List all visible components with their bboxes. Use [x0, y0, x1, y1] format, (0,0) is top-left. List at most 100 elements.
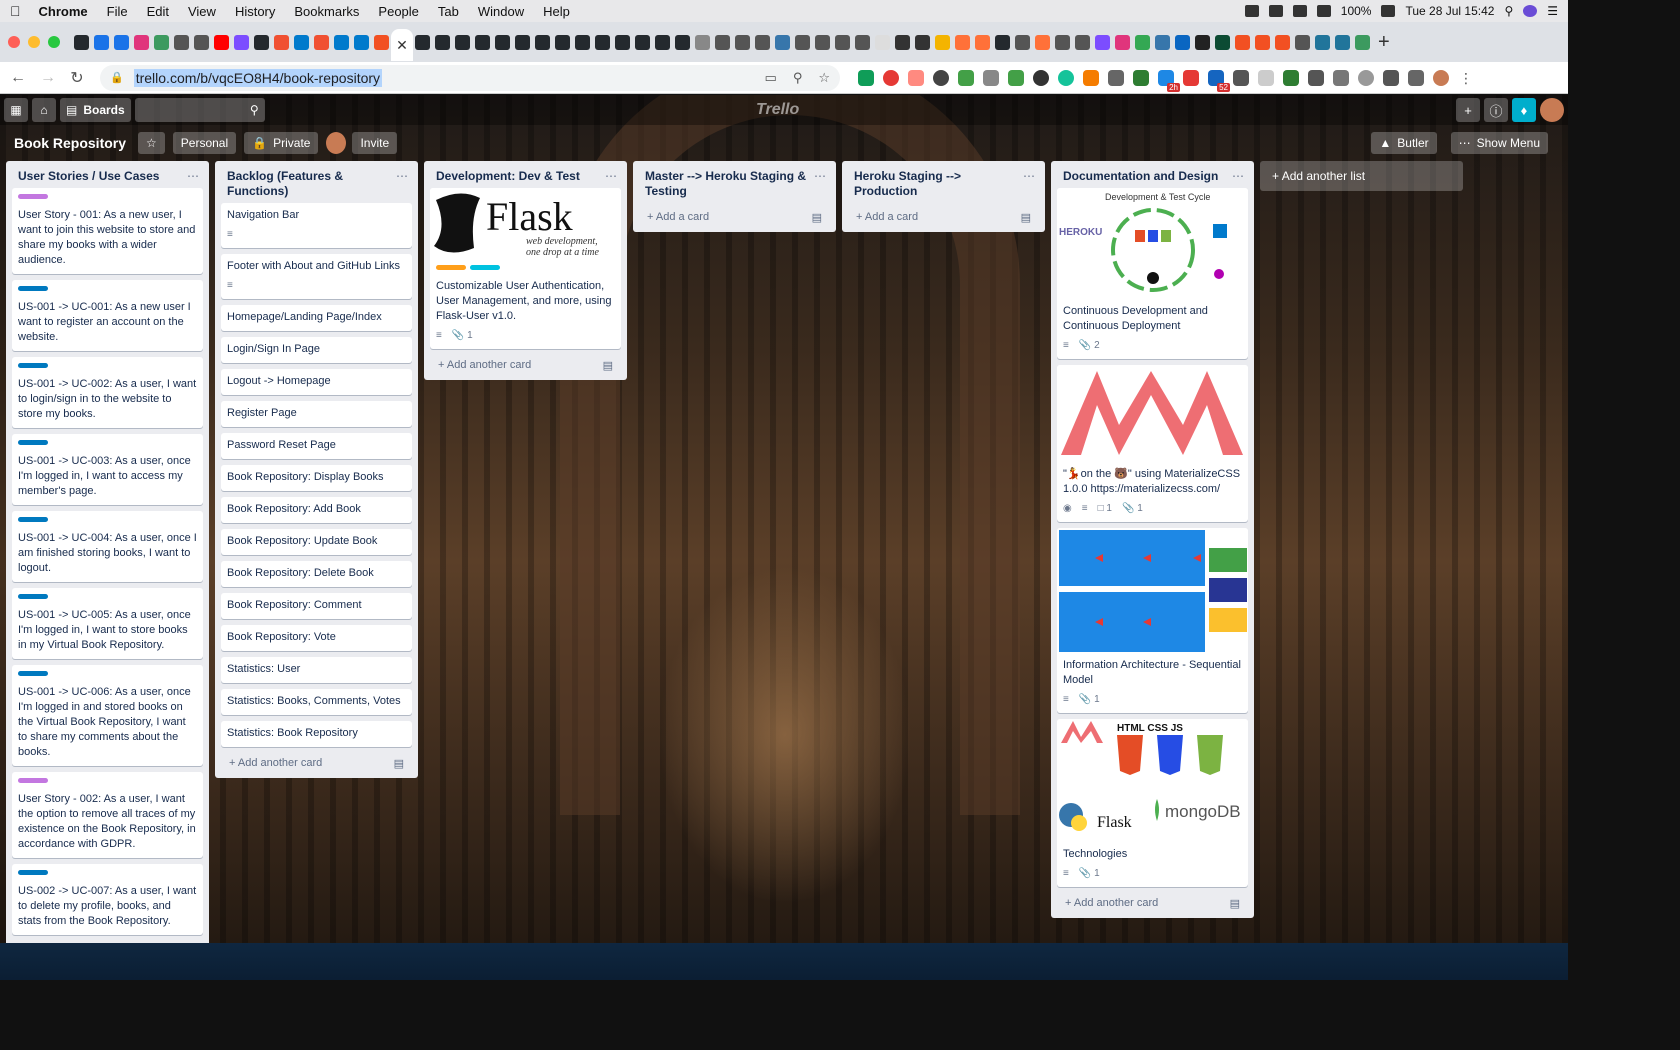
github-tab-icon[interactable]: [535, 34, 550, 50]
lock-icon[interactable]: 🔒: [110, 71, 124, 84]
board-title[interactable]: Book Repository: [14, 135, 126, 151]
reload-icon[interactable]: ↻: [70, 68, 84, 88]
privacy-button[interactable]: 🔒 Private: [244, 132, 319, 154]
github-tab-icon[interactable]: [495, 34, 510, 50]
tab-icon[interactable]: [1115, 34, 1130, 50]
tab-icon[interactable]: [1055, 34, 1070, 50]
add-list-button[interactable]: + Add another list: [1260, 161, 1463, 191]
list-header[interactable]: Documentation and Design ⋯: [1051, 161, 1254, 188]
github-tab-icon[interactable]: [515, 34, 530, 50]
linkedin-tab-icon[interactable]: [1175, 34, 1190, 50]
github-tab-icon[interactable]: [675, 34, 690, 50]
tab-icon[interactable]: [94, 34, 109, 50]
git-tab-icon[interactable]: [274, 34, 289, 50]
card[interactable]: Book Repository: Add Book: [221, 497, 412, 523]
extension-icon[interactable]: [1358, 69, 1374, 86]
team-visibility-button[interactable]: Personal: [172, 132, 237, 154]
github-tab-icon[interactable]: [655, 34, 670, 50]
wordpress-tab-icon[interactable]: [1335, 34, 1350, 50]
card[interactable]: US-001 -> UC-005: As a user, once I'm lo…: [12, 588, 203, 659]
card[interactable]: US-001 -> UC-003: As a user, once I'm lo…: [12, 434, 203, 505]
bookmark-star-icon[interactable]: ☆: [818, 70, 830, 86]
cast-icon[interactable]: ▭: [765, 70, 777, 86]
menu-app-name[interactable]: Chrome: [39, 4, 88, 19]
card[interactable]: User Story - 002: As a user, I want the …: [12, 772, 203, 858]
list-header[interactable]: Backlog (Features & Functions) ⋯: [215, 161, 418, 203]
tab-icon[interactable]: [1095, 34, 1110, 50]
control-center-icon[interactable]: ☰: [1547, 4, 1558, 18]
tab-icon[interactable]: [955, 34, 970, 50]
active-tab-close-button[interactable]: ✕: [391, 29, 413, 61]
tab-icon[interactable]: [174, 34, 189, 50]
list-title[interactable]: Backlog (Features & Functions): [227, 169, 396, 199]
extension-icon[interactable]: [908, 69, 924, 86]
github-tab-icon[interactable]: [595, 34, 610, 50]
zoom-window-icon[interactable]: [48, 36, 60, 48]
list-menu-icon[interactable]: ⋯: [605, 169, 617, 184]
list-menu-icon[interactable]: ⋯: [814, 169, 826, 199]
tab-icon[interactable]: [194, 34, 209, 50]
list-header[interactable]: User Stories / Use Cases ⋯: [6, 161, 209, 188]
tab-icon[interactable]: [1135, 34, 1150, 50]
status-icon[interactable]: [1292, 5, 1307, 17]
github-tab-icon[interactable]: [615, 34, 630, 50]
butler-button[interactable]: ▲ Butler: [1371, 132, 1437, 154]
show-menu-button[interactable]: ⋯ Show Menu: [1450, 132, 1548, 154]
tab-icon[interactable]: [1035, 34, 1050, 50]
card-template-icon[interactable]: ▤: [1230, 897, 1240, 910]
card[interactable]: US-001 -> UC-006: As a user, once I'm lo…: [12, 665, 203, 766]
extension-icon[interactable]: 52: [1208, 69, 1230, 92]
home-icon[interactable]: ⌂: [32, 98, 56, 122]
github-tab-icon[interactable]: [635, 34, 650, 50]
card[interactable]: US-002 -> UC-007: As a user, I want to d…: [12, 864, 203, 935]
card[interactable]: Book Repository: Vote: [221, 625, 412, 651]
wordpress-tab-icon[interactable]: [1315, 34, 1330, 50]
tab-icon[interactable]: [835, 34, 850, 50]
list-title[interactable]: Master --> Heroku Staging & Testing: [645, 169, 814, 199]
trello-logo[interactable]: Trello: [756, 101, 799, 119]
tab-icon[interactable]: [875, 34, 890, 50]
card[interactable]: Development & Test Cycle HEROKU Continuo…: [1057, 188, 1248, 359]
menu-window[interactable]: Window: [478, 4, 524, 19]
zoom-icon[interactable]: ⚲: [793, 70, 803, 86]
card-template-icon[interactable]: ▤: [1021, 211, 1031, 224]
extension-icon[interactable]: [1383, 69, 1399, 86]
github-tab-icon[interactable]: [555, 34, 570, 50]
extension-icon[interactable]: [983, 69, 999, 86]
card[interactable]: Book Repository: Delete Book: [221, 561, 412, 587]
tab-icon[interactable]: [1075, 34, 1090, 50]
extension-icon[interactable]: [1308, 69, 1324, 86]
card[interactable]: Information Architecture - Sequential Mo…: [1057, 528, 1248, 713]
list-header[interactable]: Development: Dev & Test ⋯: [424, 161, 627, 188]
extension-icon[interactable]: [1258, 69, 1274, 86]
tab-icon[interactable]: [1355, 34, 1370, 50]
grammarly-icon[interactable]: [1058, 69, 1074, 86]
card[interactable]: Flask web development, one drop at a tim…: [430, 188, 621, 349]
card[interactable]: US-001 -> UC-001: As a new user I want t…: [12, 280, 203, 351]
add-card-button[interactable]: + Add another card ▤: [1051, 893, 1254, 918]
tab-icon[interactable]: [935, 34, 950, 50]
vscode-tab-icon[interactable]: [334, 34, 349, 50]
extension-icon[interactable]: [933, 69, 949, 86]
tab-icon[interactable]: [1015, 34, 1030, 50]
github-tab-icon[interactable]: [995, 34, 1010, 50]
github-tab-icon[interactable]: [415, 34, 430, 50]
menu-file[interactable]: File: [107, 4, 128, 19]
git-tab-icon[interactable]: [314, 34, 329, 50]
extension-icon[interactable]: [883, 69, 899, 86]
extension-icon[interactable]: [1283, 69, 1299, 86]
microsoft-tab-icon[interactable]: [1235, 34, 1250, 50]
board-member-avatar[interactable]: [326, 132, 347, 154]
card[interactable]: Homepage/Landing Page/Index: [221, 305, 412, 331]
close-window-icon[interactable]: [8, 36, 20, 48]
member-avatar[interactable]: [1540, 98, 1564, 122]
tab-icon[interactable]: [815, 34, 830, 50]
tab-icon[interactable]: [234, 34, 249, 50]
battery-icon[interactable]: [1381, 5, 1396, 17]
github-tab-icon[interactable]: [74, 34, 89, 50]
tab-icon[interactable]: [695, 34, 710, 50]
list-menu-icon[interactable]: ⋯: [1232, 169, 1244, 184]
list-title[interactable]: Documentation and Design: [1063, 169, 1218, 184]
create-plus-icon[interactable]: +: [1456, 98, 1480, 122]
card[interactable]: Book Repository: Display Books: [221, 465, 412, 491]
